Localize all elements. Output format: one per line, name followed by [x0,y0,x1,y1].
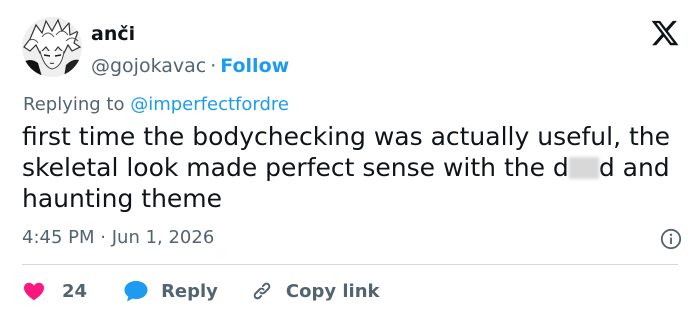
tweet-card: anči @gojokavac · Follow Replying to @impe… [0,0,700,318]
like-count: 24 [62,280,88,302]
divider [22,264,678,265]
x-logo-icon[interactable] [650,18,680,48]
censored-word-blur [568,157,599,179]
action-bar: 24 Reply Copy link [22,278,380,304]
timestamp-separator: · [100,227,106,248]
like-button[interactable]: 24 [22,279,87,303]
reply-label: Reply [161,280,218,302]
heart-icon [24,282,44,301]
replying-mention[interactable]: @imperfectfordre [130,94,289,115]
info-icon[interactable] [660,228,682,250]
tweet-time: 4:45 PM [22,227,95,248]
copy-link-button[interactable]: Copy link [250,279,380,303]
user-handle[interactable]: @gojokavac [91,55,206,77]
speech-bubble-icon [124,281,148,302]
tweet-text: first time the bodychecking was actually… [22,121,687,214]
tweet-timestamp[interactable]: 4:45 PM · Jun 1, 2026 [22,226,214,250]
replying-prefix: Replying to [23,94,125,115]
author-info: anči @gojokavac · Follow [91,22,289,78]
link-icon [253,282,271,300]
avatar-image [22,17,82,77]
follow-button[interactable]: Follow [220,55,289,77]
reply-button[interactable]: Reply [123,279,218,303]
tweet-date: Jun 1, 2026 [111,227,215,248]
replying-to: Replying to @imperfectfordre [23,93,289,117]
separator-dot: · [210,55,217,77]
display-name[interactable]: anči [91,22,289,46]
avatar[interactable] [22,17,82,77]
copy-link-label: Copy link [285,280,380,302]
handle-line: @gojokavac · Follow [91,54,289,78]
